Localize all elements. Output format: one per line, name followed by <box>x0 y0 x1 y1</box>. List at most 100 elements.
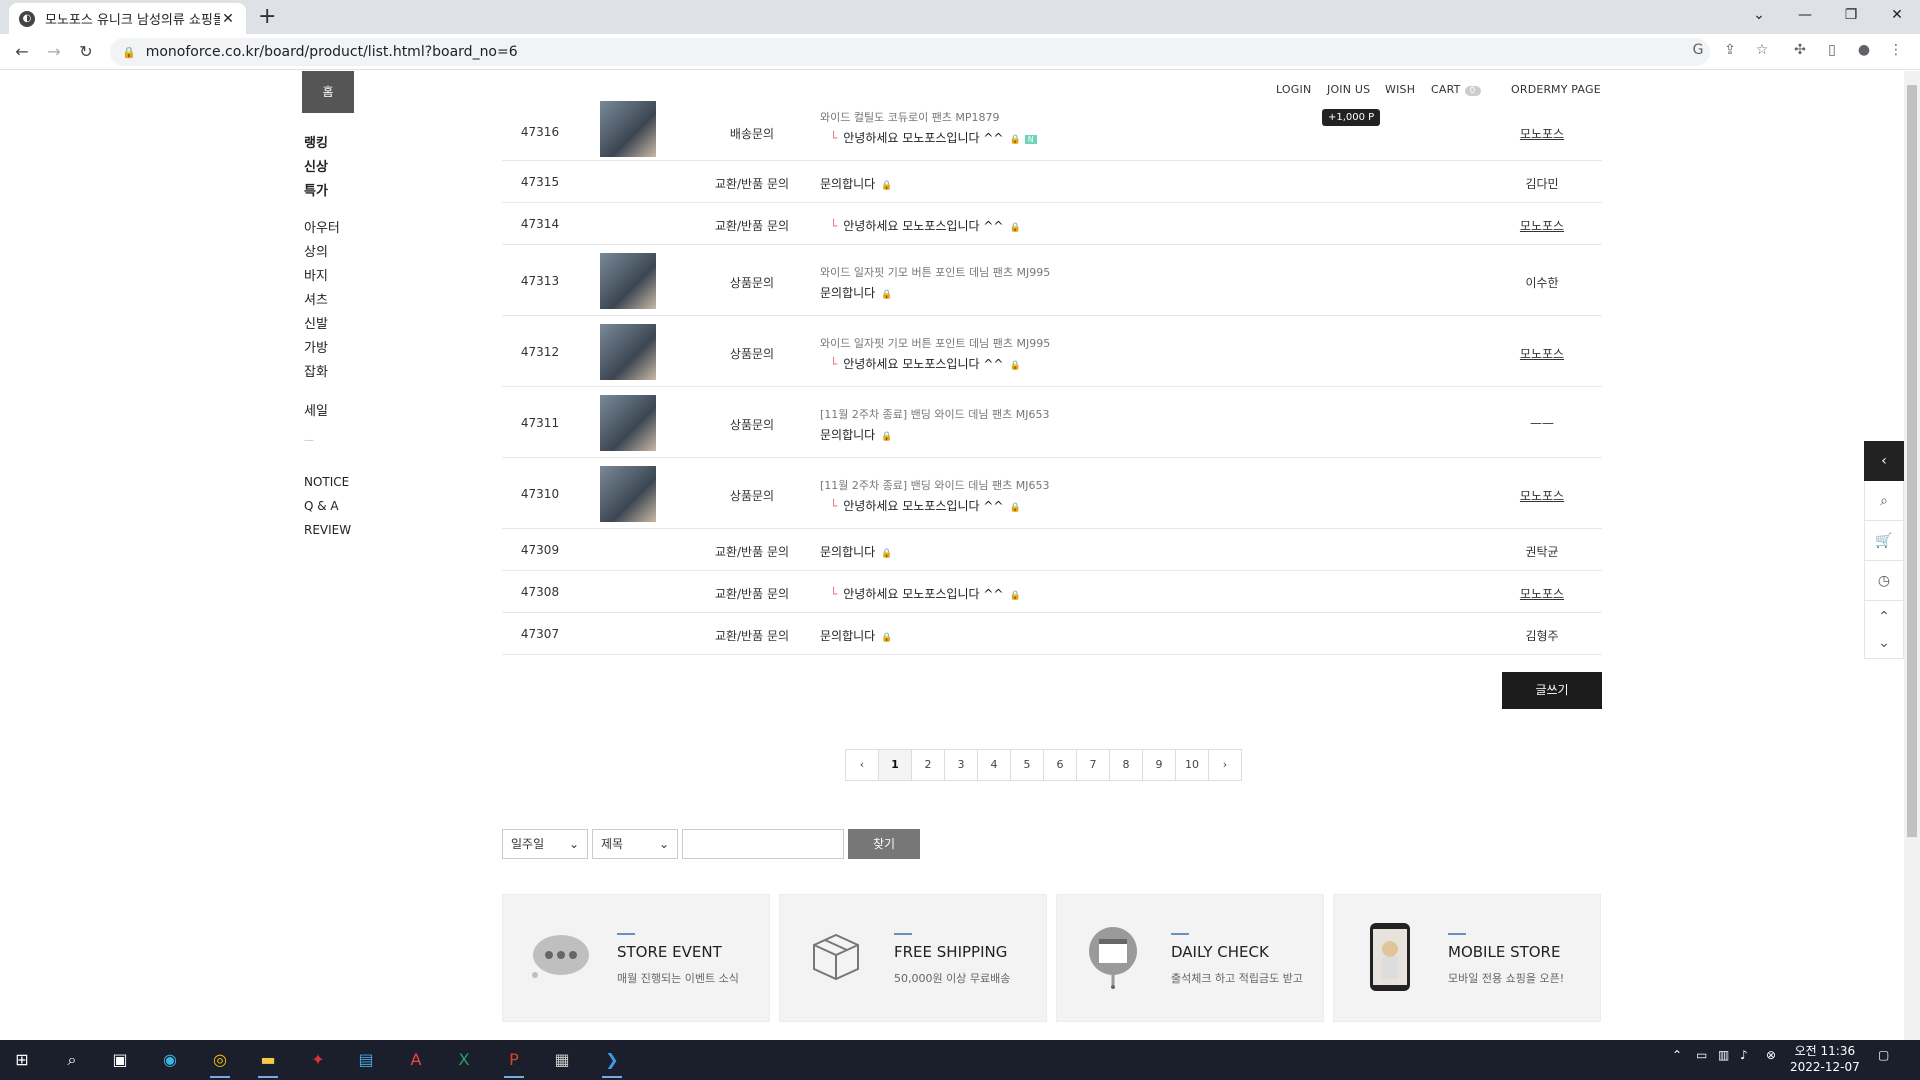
banner-daily-check[interactable]: DAILY CHECK 출석체크 하고 적립금도 받고 <box>1056 894 1324 1022</box>
file-explorer-icon[interactable]: ▬ <box>248 1046 288 1078</box>
search-input[interactable] <box>682 829 844 859</box>
post-subject[interactable]: 안녕하세요 모노포스입니다 ^^🔒 <box>820 497 1020 514</box>
minimize-icon[interactable]: — <box>1782 0 1828 30</box>
pagination-page[interactable]: 2 <box>911 749 945 781</box>
recent-history-icon[interactable]: ◷ <box>1864 561 1904 601</box>
table-row[interactable]: 47312 상품문의 와이드 일자핏 기모 버튼 포인트 데님 팬츠 MJ995 안녕… <box>502 316 1602 387</box>
sidebar-sale[interactable]: 세일 <box>304 400 328 419</box>
acrobat-icon[interactable]: A <box>396 1046 436 1074</box>
sidebar-board-link[interactable]: NOTICE <box>304 475 349 489</box>
search-icon[interactable]: ⌕ <box>1864 481 1904 521</box>
sidebar-category[interactable]: 신발 <box>304 313 328 332</box>
post-subject[interactable]: 문의합니다 🔒 <box>820 543 892 560</box>
post-subject[interactable]: 안녕하세요 모노포스입니다 ^^🔒 <box>820 585 1020 602</box>
write-button[interactable]: 글쓰기 <box>1502 672 1602 709</box>
home-button[interactable]: 홈 <box>302 71 354 113</box>
pagination-next-icon[interactable]: › <box>1208 749 1242 781</box>
taskbar-search-icon[interactable]: ⌕ <box>52 1046 92 1074</box>
post-author[interactable]: 모노포스 <box>1482 345 1602 362</box>
search-field-select[interactable]: 제목 ⌄ <box>592 829 678 859</box>
scrollbar-thumb[interactable] <box>1907 85 1917 837</box>
vscode-icon[interactable]: ❯ <box>592 1046 632 1078</box>
table-row[interactable]: 47308 교환/반품 문의 안녕하세요 모노포스입니다 ^^🔒 모노포스 <box>502 571 1602 613</box>
sidebar-category[interactable]: 가방 <box>304 337 328 356</box>
notifications-icon[interactable]: ▢ <box>1878 1048 1889 1062</box>
bookmark-star-icon[interactable]: ☆ <box>1752 42 1772 62</box>
pagination-page[interactable]: 6 <box>1043 749 1077 781</box>
extensions-icon[interactable]: ✣ <box>1790 42 1810 62</box>
post-subject[interactable]: 문의합니다 🔒 <box>820 284 892 301</box>
product-thumbnail[interactable] <box>600 394 656 451</box>
tray-app-icon[interactable]: ⊗ <box>1766 1048 1776 1062</box>
pagination-page[interactable]: 8 <box>1109 749 1143 781</box>
post-subject[interactable]: 안녕하세요 모노포스입니다 ^^🔒 <box>820 355 1020 372</box>
post-author[interactable]: 모노포스 <box>1482 217 1602 234</box>
banner-mobile-store[interactable]: MOBILE STORE 모바일 전용 쇼핑을 오픈! <box>1333 894 1601 1022</box>
product-name[interactable]: 와이드 일자핏 기모 버튼 포인트 데님 팬츠 MJ995 <box>820 335 1050 351</box>
close-window-icon[interactable]: ✕ <box>1874 0 1920 30</box>
pagination-page[interactable]: 9 <box>1142 749 1176 781</box>
post-subject[interactable]: 문의합니다 🔒 <box>820 627 892 644</box>
product-name[interactable]: [11월 2주차 종료] 밴딩 와이드 데님 팬츠 MJ653 <box>820 406 1049 422</box>
pagination-page[interactable]: 10 <box>1175 749 1209 781</box>
search-button[interactable]: 찾기 <box>848 829 920 859</box>
tray-meet-icon[interactable]: ▭ <box>1696 1048 1707 1062</box>
app-blue-icon[interactable]: ▤ <box>346 1046 386 1074</box>
page-scrollbar[interactable] <box>1904 71 1920 1040</box>
table-row[interactable]: 47310 상품문의 [11월 2주차 종료] 밴딩 와이드 데님 팬츠 MJ653… <box>502 458 1602 529</box>
browser-tab[interactable]: ◐ 모노포스 유니크 남성의류 쇼핑몰 ✕ <box>9 3 246 34</box>
tab-close-icon[interactable]: ✕ <box>220 11 236 27</box>
network-icon[interactable]: ▥ <box>1718 1048 1729 1062</box>
banner-free-shipping[interactable]: FREE SHIPPING 50,000원 이상 무료배송 <box>779 894 1047 1022</box>
pagination-page[interactable]: 4 <box>977 749 1011 781</box>
pagination-page[interactable]: 5 <box>1010 749 1044 781</box>
post-subject[interactable]: 문의합니다 🔒 <box>820 175 892 192</box>
table-row[interactable]: 47314 교환/반품 문의 안녕하세요 모노포스입니다 ^^🔒 모노포스 <box>502 203 1602 245</box>
product-thumbnail[interactable] <box>600 252 656 309</box>
product-thumbnail[interactable] <box>600 465 656 522</box>
period-select[interactable]: 일주일 ⌄ <box>502 829 588 859</box>
address-bar[interactable]: 🔒 monoforce.co.kr/board/product/list.htm… <box>110 38 1710 66</box>
forward-icon[interactable]: → <box>40 40 68 64</box>
clock[interactable]: 오전 11:36 2022-12-07 <box>1790 1043 1860 1075</box>
sidebar-link[interactable]: 랭킹 <box>304 132 328 151</box>
post-author[interactable]: 모노포스 <box>1482 585 1602 602</box>
sidebar-category[interactable]: 셔츠 <box>304 289 328 308</box>
post-author[interactable]: 모노포스 <box>1482 487 1602 504</box>
calculator-icon[interactable]: ▦ <box>542 1046 582 1074</box>
product-name[interactable]: 와이드 컬틸도 코듀로이 팬츠 MP1879 <box>820 109 1000 125</box>
reload-icon[interactable]: ↻ <box>72 40 100 64</box>
post-author[interactable]: 모노포스 <box>1482 125 1602 142</box>
table-row[interactable]: 47309 교환/반품 문의 문의합니다 🔒 권탁균 <box>502 529 1602 571</box>
collapse-chevron-icon[interactable]: ‹ <box>1864 441 1904 481</box>
new-tab-button[interactable]: + <box>258 4 276 29</box>
pagination-prev-icon[interactable]: ‹ <box>845 749 879 781</box>
product-thumbnail[interactable] <box>600 101 656 157</box>
sidebar-category[interactable]: 상의 <box>304 241 328 260</box>
post-subject[interactable]: 안녕하세요 모노포스입니다 ^^🔒 <box>820 217 1020 234</box>
restore-icon[interactable]: ❐ <box>1828 0 1874 30</box>
menu-kebab-icon[interactable]: ⋮ <box>1886 42 1906 62</box>
scroll-down-icon[interactable]: ⌄ <box>1865 630 1903 656</box>
sidebar-board-link[interactable]: Q & A <box>304 499 339 513</box>
sidebar-category[interactable]: 바지 <box>304 265 328 284</box>
table-row[interactable]: 47311 상품문의 [11월 2주차 종료] 밴딩 와이드 데님 팬츠 MJ653… <box>502 387 1602 458</box>
powerpoint-icon[interactable]: P <box>494 1046 534 1078</box>
edge-icon[interactable]: ◉ <box>150 1046 190 1074</box>
table-row[interactable]: 47313 상품문의 와이드 일자핏 기모 버튼 포인트 데님 팬츠 MJ995 문의… <box>502 245 1602 316</box>
share-icon[interactable]: ⇪ <box>1720 42 1740 62</box>
cart-icon[interactable]: 🛒 <box>1864 521 1904 561</box>
profile-icon[interactable]: ● <box>1854 42 1874 62</box>
scroll-controls[interactable]: ⌃ ⌄ <box>1864 601 1904 659</box>
volume-icon[interactable]: ♪ <box>1740 1048 1748 1062</box>
app-red-icon[interactable]: ✦ <box>298 1046 338 1074</box>
scroll-up-icon[interactable]: ⌃ <box>1865 604 1903 630</box>
excel-icon[interactable]: X <box>444 1046 484 1074</box>
table-row[interactable]: 47315 교환/반품 문의 문의합니다 🔒 김다민 <box>502 161 1602 203</box>
banner-store-event[interactable]: STORE EVENT 매월 진행되는 이벤트 소식 <box>502 894 770 1022</box>
post-subject[interactable]: 문의합니다 🔒 <box>820 426 892 443</box>
side-panel-icon[interactable]: ▯ <box>1822 42 1842 62</box>
pagination-page[interactable]: 1 <box>878 749 912 781</box>
table-row[interactable]: 47307 교환/반품 문의 문의합니다 🔒 김형주 <box>502 613 1602 655</box>
tab-search-icon[interactable]: ⌄ <box>1736 0 1782 30</box>
